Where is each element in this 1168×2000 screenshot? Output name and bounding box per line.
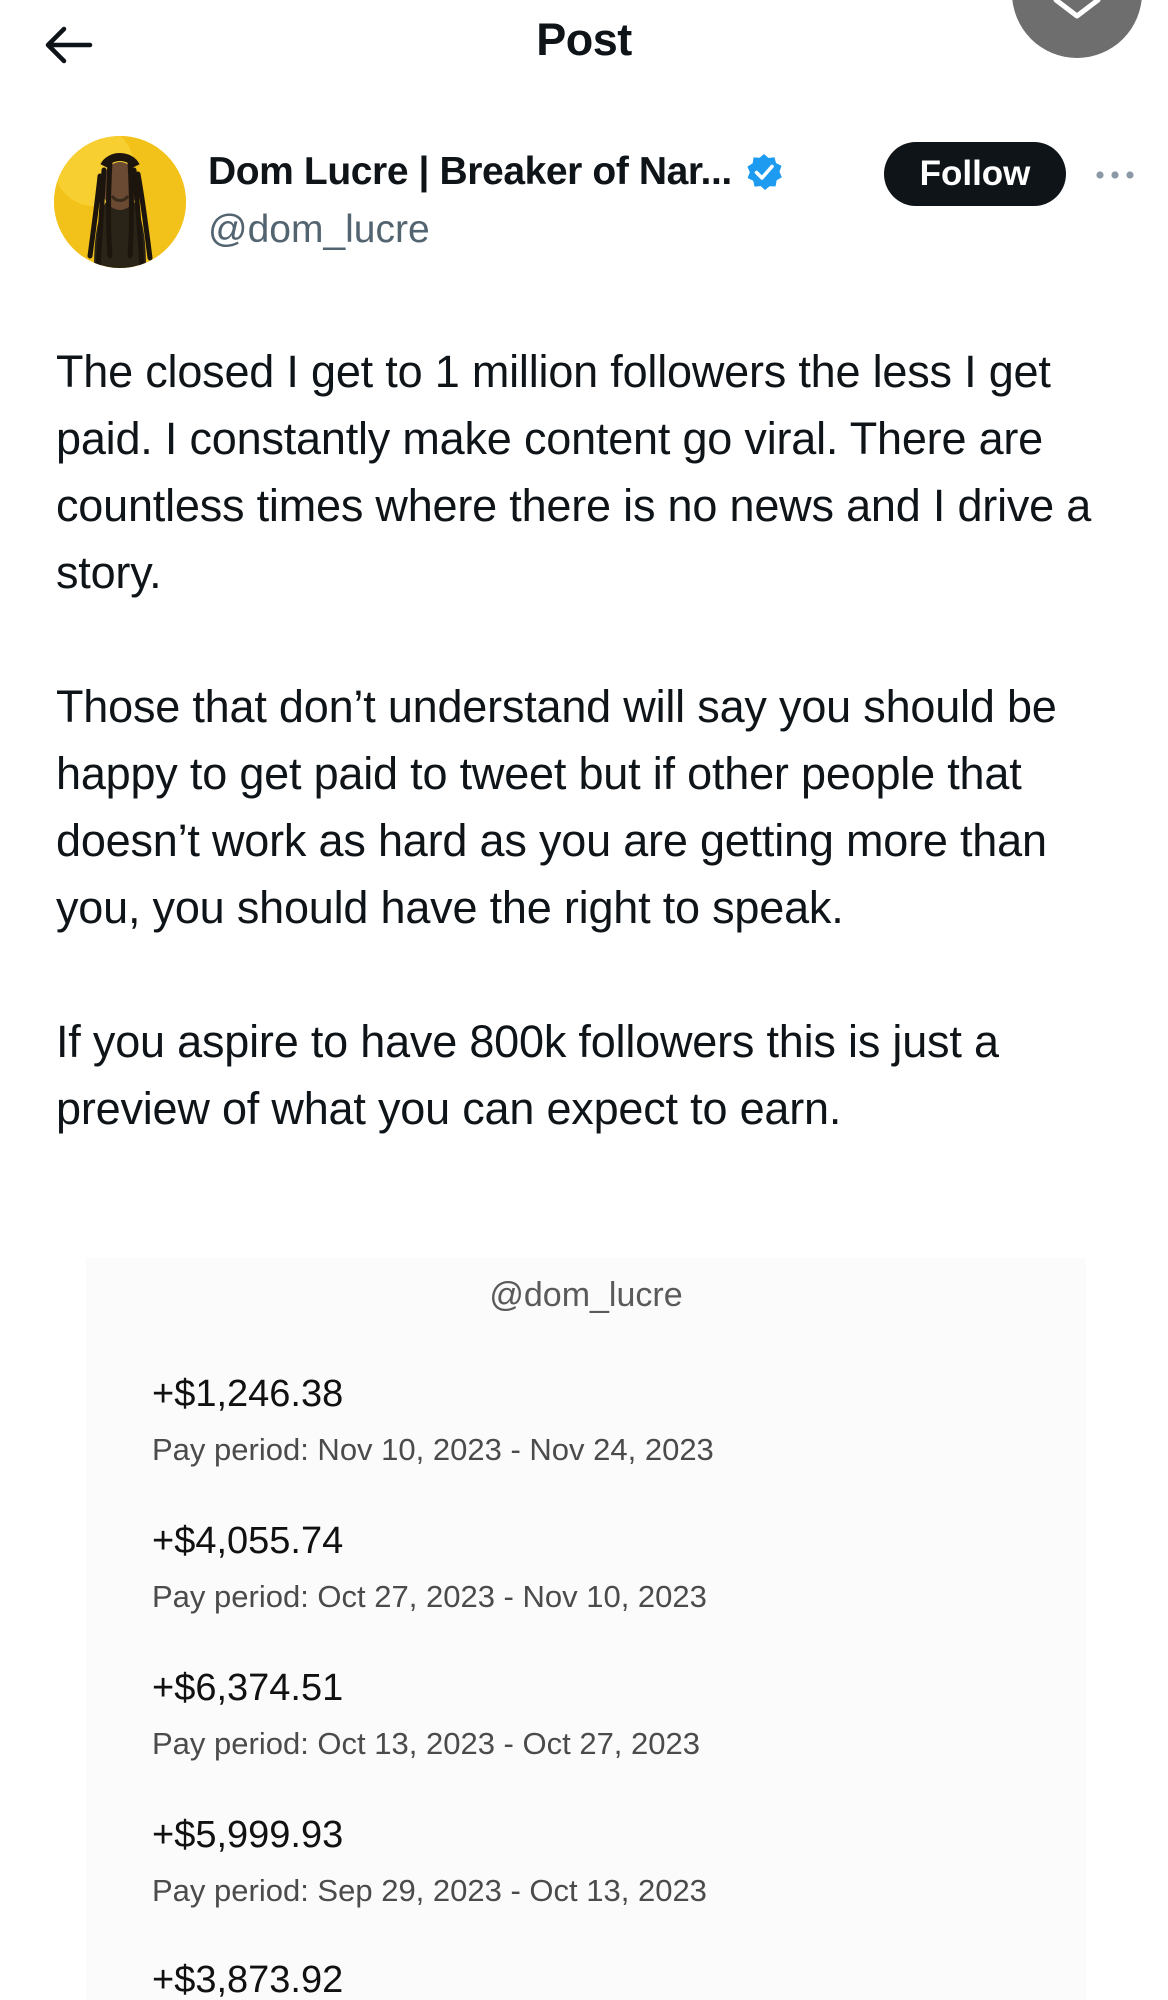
media-watermark-handle: @dom_lucre (489, 1276, 683, 1314)
payout-item: +$3,873.92 (152, 1958, 343, 2000)
payout-amount: +$1,246.38 (152, 1373, 344, 1415)
tweet-paragraph: If you aspire to have 800k followers thi… (56, 1016, 999, 1134)
payout-item: +$4,055.74 Pay period: Oct 27, 2023 - No… (152, 1519, 707, 1617)
page-title: Post (536, 14, 632, 65)
tweet-media-image[interactable]: @dom_lucre +$1,246.38 Pay period: Nov 10… (86, 1258, 1086, 2000)
author-handle[interactable]: @dom_lucre (208, 208, 430, 252)
verified-badge-icon (744, 152, 784, 192)
payout-period: Pay period: Nov 10, 2023 - Nov 24, 2023 (152, 1432, 714, 1467)
payout-amount: +$4,055.74 (152, 1520, 344, 1562)
payout-amount: +$3,873.92 (152, 1959, 344, 2000)
more-options-button[interactable] (1090, 160, 1140, 190)
payout-period: Pay period: Sep 29, 2023 - Oct 13, 2023 (152, 1873, 707, 1908)
author-name-row: Dom Lucre | Breaker of Nar... (208, 150, 784, 194)
post-page: Post Dom Lucre | Breaker of Nar... @dom_… (0, 0, 1168, 2000)
payout-item: +$6,374.51 Pay period: Oct 13, 2023 - Oc… (152, 1666, 700, 1764)
close-icon (1053, 0, 1101, 19)
payout-period: Pay period: Oct 13, 2023 - Oct 27, 2023 (152, 1726, 700, 1761)
payout-item: +$5,999.93 Pay period: Sep 29, 2023 - Oc… (152, 1813, 707, 1911)
author-display-name[interactable]: Dom Lucre | Breaker of Nar... (208, 150, 732, 194)
tweet-text: The closed I get to 1 million followers … (56, 338, 1136, 1142)
avatar[interactable] (54, 136, 186, 268)
tweet-paragraph: The closed I get to 1 million followers … (56, 346, 1092, 598)
avatar-image (54, 136, 186, 268)
tweet-paragraph: Those that don’t understand will say you… (56, 681, 1057, 933)
payout-amount: +$5,999.93 (152, 1814, 344, 1856)
payout-amount: +$6,374.51 (152, 1667, 344, 1709)
more-horizontal-icon (1096, 171, 1134, 179)
payout-item: +$1,246.38 Pay period: Nov 10, 2023 - No… (152, 1372, 714, 1470)
follow-button[interactable]: Follow (884, 142, 1066, 206)
payout-period: Pay period: Oct 27, 2023 - Nov 10, 2023 (152, 1579, 707, 1614)
